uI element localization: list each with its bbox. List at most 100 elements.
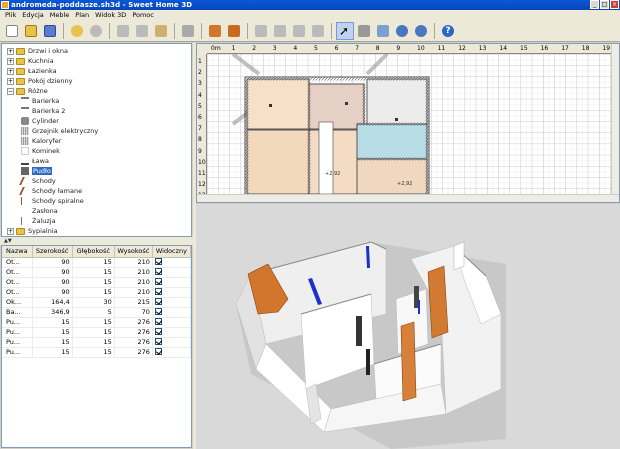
staircase[interactable] (318, 121, 334, 194)
visible-checkbox[interactable] (154, 307, 162, 315)
visible-checkbox[interactable] (154, 327, 162, 335)
delete-button[interactable] (179, 22, 197, 40)
plan-canvas[interactable]: +2,92 +2,92 (207, 54, 611, 194)
visible-checkbox[interactable] (154, 297, 162, 305)
pan-button[interactable] (374, 22, 392, 40)
room-left[interactable] (246, 78, 310, 130)
create-walls-button[interactable] (355, 22, 373, 40)
menu-edit[interactable]: Edycja (19, 11, 46, 19)
catalog-item[interactable]: Cylinder (21, 116, 191, 126)
select-mode-button[interactable]: ➚ (336, 21, 354, 40)
zoom-in-button[interactable] (393, 22, 411, 40)
room-right-top[interactable] (366, 78, 428, 125)
column-header-height[interactable]: Wysokość (114, 246, 153, 258)
door-leaf[interactable] (453, 241, 465, 271)
furniture-row[interactable]: Ba... 346,9 5 70 (2, 307, 191, 318)
menu-furniture[interactable]: Meble (47, 11, 73, 19)
furniture-catalog-tree[interactable]: + Drzwi i okna + Kuchnia + Łazienka + Pokój … (1, 43, 192, 237)
menu-3d-view[interactable]: Widok 3D (92, 11, 129, 19)
furniture-row[interactable]: Ot... 90 15 210 (2, 257, 191, 268)
catalog-item[interactable]: Barierka (21, 96, 191, 106)
column-header-visible[interactable]: Widoczny (152, 246, 191, 258)
visible-checkbox[interactable] (154, 347, 162, 355)
open-button[interactable] (22, 22, 40, 40)
redo-button[interactable] (87, 22, 105, 40)
align-bottom-button[interactable] (271, 22, 289, 40)
tree-category[interactable]: + Kuchnia (7, 56, 191, 66)
menu-file[interactable]: Plik (2, 11, 19, 19)
undo-button[interactable] (68, 22, 86, 40)
expand-icon[interactable]: + (7, 67, 14, 75)
column-header-width[interactable]: Szerokość (32, 246, 73, 258)
plan-vertical-scrollbar[interactable] (611, 44, 619, 194)
splitter-arrows-icon[interactable]: ▲▼ (4, 238, 12, 244)
new-button[interactable] (3, 22, 21, 40)
close-button[interactable]: × (610, 0, 619, 9)
tree-category-expanded[interactable]: − Różne (7, 86, 191, 96)
menu-help[interactable]: Pomoc (129, 11, 157, 19)
catalog-item[interactable]: Kominek (21, 146, 191, 156)
room-bottom-left[interactable] (246, 129, 310, 194)
tree-category[interactable]: + Pokój dzienny (7, 76, 191, 86)
furniture-row[interactable]: Ot... 90 15 210 (2, 277, 191, 288)
expand-icon[interactable]: + (7, 57, 14, 65)
collapse-icon[interactable]: − (7, 87, 14, 95)
catalog-item[interactable]: Grzejnik elektryczny (21, 126, 191, 136)
room-center[interactable] (308, 83, 365, 130)
door-opening[interactable] (366, 349, 370, 375)
zoom-out-button[interactable] (412, 22, 430, 40)
furniture-row[interactable]: Pu... 15 15 276 (2, 317, 191, 328)
room-right[interactable] (356, 158, 428, 194)
catalog-item[interactable]: Zasłona (21, 206, 191, 216)
align-right-button[interactable] (309, 22, 327, 40)
import-furniture-button[interactable] (225, 22, 243, 40)
plan-view[interactable]: 0m 1 2 3 4 5 6 7 8 9 10 11 12 13 14 15 16 17 18 19 12345678… (196, 43, 620, 203)
align-left-button[interactable] (290, 22, 308, 40)
door-opening[interactable] (356, 316, 362, 346)
visible-checkbox[interactable] (154, 287, 162, 295)
horizontal-splitter[interactable]: ▲▼ (0, 237, 193, 245)
catalog-item[interactable]: Schody (19, 176, 191, 186)
visible-checkbox[interactable] (154, 277, 162, 285)
save-button[interactable] (41, 22, 59, 40)
visible-checkbox[interactable] (154, 317, 162, 325)
furniture-row[interactable]: Ok... 164,4 30 215 (2, 297, 191, 308)
maximize-button[interactable]: □ (600, 0, 609, 9)
furniture-row[interactable]: Ot... 90 15 210 (2, 267, 191, 278)
copy-button[interactable] (133, 22, 151, 40)
column-header-name[interactable]: Nazwa (2, 246, 33, 258)
catalog-item[interactable]: Ława (21, 156, 191, 166)
orange-door-center[interactable] (400, 321, 417, 402)
furniture-table[interactable]: Nazwa Szerokość Głębokość Wysokość Widoc… (1, 245, 192, 448)
plan-horizontal-scrollbar[interactable] (197, 194, 619, 202)
tree-category[interactable]: + Sypialnia (7, 226, 191, 236)
menu-plan[interactable]: Plan (72, 11, 92, 19)
catalog-item[interactable]: Barierka 2 (21, 106, 191, 116)
align-top-button[interactable] (252, 22, 270, 40)
visible-checkbox[interactable] (154, 337, 162, 345)
paste-button[interactable] (152, 22, 170, 40)
catalog-item[interactable]: Żaluzja (21, 216, 191, 226)
help-button[interactable]: ? (439, 22, 457, 40)
cut-button[interactable] (114, 22, 132, 40)
room-bathroom[interactable] (356, 123, 428, 160)
column-header-depth[interactable]: Głębokość (72, 246, 115, 258)
expand-icon[interactable]: + (7, 77, 14, 85)
furniture-row[interactable]: Pu... 15 15 276 (2, 327, 191, 338)
tree-category[interactable]: + Łazienka (7, 66, 191, 76)
expand-icon[interactable]: + (7, 47, 14, 55)
view-3d[interactable] (196, 204, 620, 449)
tree-category[interactable]: + Drzwi i okna (7, 46, 191, 56)
visible-checkbox[interactable] (154, 267, 162, 275)
plan-furniture[interactable] (395, 118, 398, 121)
furniture-row[interactable]: Ot... 90 15 210 (2, 287, 191, 298)
catalog-item[interactable]: Kaloryfer (21, 136, 191, 146)
add-furniture-button[interactable] (206, 22, 224, 40)
minimize-button[interactable]: _ (590, 0, 599, 9)
plan-furniture[interactable] (269, 104, 272, 107)
plan-furniture[interactable] (345, 102, 348, 105)
blue-pillar[interactable] (418, 300, 420, 314)
furniture-row[interactable]: Pu... 15 15 276 (2, 337, 191, 348)
catalog-item[interactable]: Schody spiralne (21, 196, 191, 206)
expand-icon[interactable]: + (7, 227, 14, 235)
